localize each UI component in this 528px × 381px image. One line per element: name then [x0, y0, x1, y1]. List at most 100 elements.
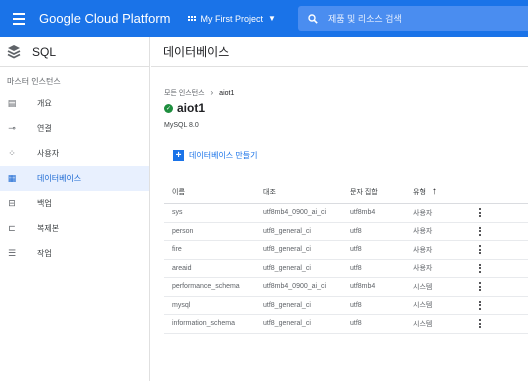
- cell-name: sys: [172, 209, 183, 217]
- chevron-right-icon: ›: [210, 88, 214, 97]
- sidebar: SQL 마스터 인스턴스 ▤ 개요 ⊸ 연결 ⁘ 사용자 ▦ 데이터베이스 ⊟ …: [0, 37, 150, 381]
- sidebar-item-label: 복제본: [37, 224, 60, 233]
- more-vert-icon[interactable]: [479, 208, 481, 218]
- cell-charset: utf8mb4: [350, 283, 376, 291]
- sidebar-item-replicas[interactable]: ⊏ 복제본: [0, 216, 149, 241]
- cell-charset: utf8: [350, 301, 362, 309]
- table-row: fire utf8_general_ci utf8 사용자: [164, 241, 528, 260]
- table-row: mysql utf8_general_ci utf8 시스템: [164, 297, 528, 315]
- sidebar-item-users[interactable]: ⁘ 사용자: [0, 141, 149, 166]
- sidebar-item-overview[interactable]: ▤ 개요: [0, 91, 149, 116]
- sql-icon: [7, 44, 21, 59]
- more-vert-icon[interactable]: [479, 263, 481, 273]
- connections-icon: ⊸: [8, 123, 16, 133]
- sidebar-section-label: 마스터 인스턴스: [7, 77, 61, 86]
- table-row: sys utf8mb4_0900_ai_ci utf8mb4 사용자: [164, 204, 528, 223]
- sidebar-item-label: 사용자: [37, 149, 60, 158]
- breadcrumb-current: aiot1: [219, 90, 235, 97]
- row-actions: [470, 226, 490, 236]
- cell-charset: utf8mb4: [350, 209, 376, 217]
- sidebar-item-backups[interactable]: ⊟ 백업: [0, 191, 149, 216]
- column-header-type[interactable]: 유형 ↑: [413, 186, 470, 197]
- sidebar-item-connections[interactable]: ⊸ 연결: [0, 116, 149, 141]
- table-row: areaid utf8_general_ci utf8 사용자: [164, 260, 528, 278]
- cell-charset: utf8: [350, 320, 362, 328]
- backups-icon: ⊟: [8, 198, 16, 208]
- more-vert-icon[interactable]: [479, 226, 481, 236]
- menu-icon[interactable]: [0, 0, 37, 37]
- cell-collation: utf8mb4_0900_ai_ci: [263, 209, 327, 217]
- cell-collation: utf8_general_ci: [263, 264, 311, 272]
- cell-name: person: [172, 227, 194, 235]
- sidebar-item-label: 백업: [37, 199, 52, 208]
- sidebar-item-label: 데이터베이스: [37, 174, 82, 183]
- table-body: sys utf8mb4_0900_ai_ci utf8mb4 사용자 person utf…: [164, 204, 528, 334]
- search-placeholder: 제품 및 리소스 검색: [328, 14, 402, 24]
- databases-icon: ▦: [7, 173, 17, 183]
- arrow-up-icon[interactable]: ↑: [432, 186, 437, 197]
- cell-type: 사용자: [413, 246, 433, 254]
- users-icon: ⁘: [8, 148, 16, 158]
- table-header-row: 이름 대조 문자 집합 유형 ↑: [164, 180, 528, 204]
- more-vert-icon[interactable]: [479, 282, 481, 292]
- column-header-name[interactable]: 이름: [164, 187, 263, 197]
- row-actions: [470, 282, 490, 292]
- cell-charset: utf8: [350, 264, 362, 272]
- sidebar-item-databases[interactable]: ▦ 데이터베이스: [0, 166, 149, 191]
- table-row: person utf8_general_ci utf8 사용자: [164, 223, 528, 241]
- replicas-icon: ⊏: [8, 223, 16, 233]
- project-selector[interactable]: My First Project ▼: [184, 7, 280, 31]
- cell-name: areaid: [172, 264, 192, 272]
- top-app-bar: Google Cloud Platform My First Project ▼…: [0, 0, 528, 37]
- check-circle-icon: ✓: [164, 103, 173, 113]
- instance-version: MySQL 8.0: [164, 122, 199, 129]
- sidebar-item-label: 연결: [37, 124, 52, 133]
- row-actions: [470, 208, 490, 218]
- more-vert-icon[interactable]: [479, 319, 481, 329]
- row-actions: [470, 300, 490, 310]
- column-header-collation[interactable]: 대조: [263, 187, 350, 197]
- cell-charset: utf8: [350, 246, 362, 254]
- cell-collation: utf8_general_ci: [263, 227, 311, 235]
- sidebar-header: SQL: [0, 37, 149, 67]
- add-icon: +: [173, 150, 184, 161]
- sidebar-item-label: 작업: [37, 249, 52, 258]
- project-name: My First Project: [200, 13, 264, 24]
- cell-name: information_schema: [172, 320, 236, 328]
- cell-collation: utf8mb4_0900_ai_ci: [263, 283, 327, 291]
- cell-name: performance_schema: [172, 283, 240, 291]
- overview-icon: ▤: [7, 98, 17, 108]
- table-row: information_schema utf8_general_ci utf8 시스템: [164, 315, 528, 334]
- cell-type: 사용자: [413, 265, 433, 273]
- brand-title[interactable]: Google Cloud Platform: [39, 11, 171, 26]
- cell-charset: utf8: [350, 227, 362, 235]
- project-dots-icon: [187, 16, 196, 21]
- cell-collation: utf8_general_ci: [263, 246, 311, 254]
- column-header-type-label: 유형: [413, 188, 426, 196]
- cell-name: fire: [172, 246, 182, 254]
- cell-type: 시스템: [413, 283, 433, 291]
- column-header-charset[interactable]: 문자 집합: [350, 187, 413, 197]
- more-vert-icon[interactable]: [479, 300, 481, 310]
- search-icon: [308, 13, 318, 24]
- main-content: 데이터베이스 모든 인스턴스 › aiot1 ✓ aiot1 MySQL 8.0…: [151, 37, 528, 381]
- create-database-label: 데이터베이스 만들기: [189, 151, 258, 160]
- page-title: 데이터베이스: [151, 37, 528, 67]
- sidebar-item-label: 개요: [37, 99, 52, 108]
- cell-type: 시스템: [413, 302, 433, 310]
- instance-name: aiot1: [177, 101, 206, 115]
- sidebar-item-operations[interactable]: ☰ 작업: [0, 241, 149, 266]
- cell-type: 사용자: [413, 209, 433, 217]
- cell-type: 시스템: [413, 320, 433, 328]
- row-actions: [470, 263, 490, 273]
- search-input[interactable]: 제품 및 리소스 검색: [298, 6, 528, 31]
- create-database-button[interactable]: + 데이터베이스 만들기: [173, 150, 257, 161]
- chevron-down-icon: ▼: [268, 14, 276, 23]
- cell-collation: utf8_general_ci: [263, 301, 311, 309]
- databases-table: 이름 대조 문자 집합 유형 ↑ sys utf8mb4_0900_ai_ci ut…: [164, 180, 528, 334]
- instance-header: ✓ aiot1: [164, 101, 205, 115]
- sidebar-title: SQL: [32, 44, 57, 59]
- more-vert-icon[interactable]: [479, 245, 481, 255]
- breadcrumb-all-instances[interactable]: 모든 인스턴스: [164, 90, 205, 97]
- table-row: performance_schema utf8mb4_0900_ai_ci utf8…: [164, 278, 528, 297]
